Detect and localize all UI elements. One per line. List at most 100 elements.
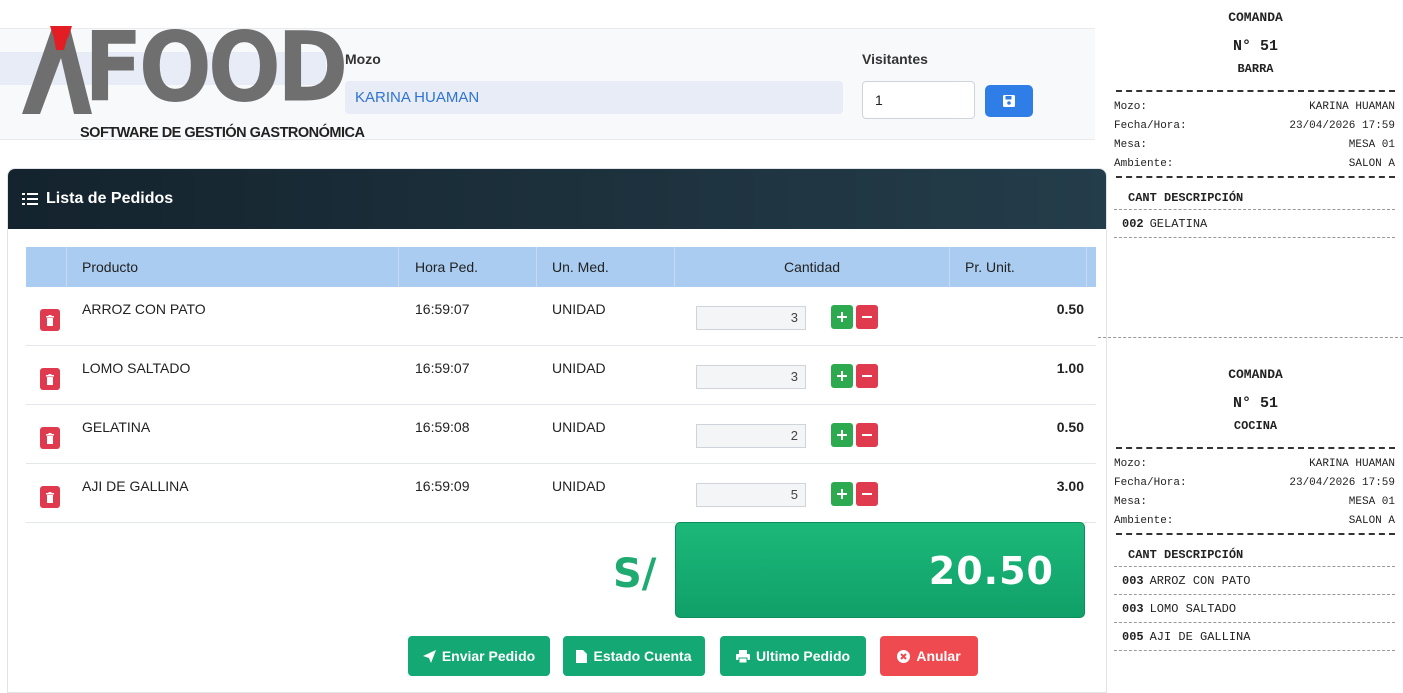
- row-producto: GELATINA: [82, 419, 151, 435]
- receipt-barra: COMANDA N° 51 BARRA Mozo: KARINA HUAMAN F…: [1108, 10, 1403, 238]
- quantity-input[interactable]: 2: [696, 424, 806, 448]
- plus-icon: [837, 430, 847, 440]
- orders-table-header: Producto Hora Ped. Un. Med. Cantidad Pr.…: [26, 247, 1096, 287]
- increase-button[interactable]: [831, 305, 853, 329]
- logo-a-icon: [22, 26, 92, 114]
- row-precio: 0.50: [1056, 301, 1084, 317]
- receipt-number: N° 51: [1232, 395, 1278, 412]
- logo-subtitle: SOFTWARE DE GESTIÓN GASTRONÓMICA: [80, 125, 365, 141]
- account-status-button[interactable]: Estado Cuenta: [563, 636, 705, 676]
- printer-icon: [735, 649, 750, 663]
- delete-button[interactable]: [40, 368, 60, 390]
- row-precio: 1.00: [1056, 360, 1084, 376]
- trash-icon: [46, 373, 54, 385]
- col-producto: Producto: [82, 259, 139, 275]
- visitantes-label: Visitantes: [862, 51, 928, 67]
- delete-button[interactable]: [40, 486, 60, 508]
- afood-logo: FOOD SOFTWARE DE GESTIÓN GASTRONÓMICA: [22, 20, 365, 141]
- receipt-columns: CANT DESCRIPCIÓN: [1114, 186, 1395, 210]
- decrease-button[interactable]: [856, 364, 878, 388]
- receipt-line: Ambiente: SALON A: [1114, 158, 1395, 170]
- row-unidad: UNIDAD: [552, 301, 606, 317]
- col-unidad: Un. Med.: [552, 259, 609, 275]
- quantity-input[interactable]: 3: [696, 306, 806, 330]
- cancel-button[interactable]: Anular: [880, 636, 978, 676]
- receipt-item: 002 GELATINA: [1114, 210, 1395, 238]
- trash-icon: [46, 432, 54, 444]
- receipt-number: N° 51: [1232, 38, 1278, 55]
- row-producto: AJI DE GALLINA: [82, 478, 189, 494]
- quantity-input[interactable]: 3: [696, 365, 806, 389]
- account-status-label: Estado Cuenta: [593, 648, 692, 664]
- plus-icon: [837, 312, 847, 322]
- receipt-area: BARRA: [1237, 62, 1274, 76]
- mozo-field[interactable]: KARINA HUAMAN: [345, 81, 843, 114]
- row-precio: 3.00: [1056, 478, 1084, 494]
- row-hora: 16:59:08: [415, 419, 470, 435]
- increase-button[interactable]: [831, 482, 853, 506]
- cancel-label: Anular: [916, 648, 961, 664]
- quantity-input[interactable]: 5: [696, 483, 806, 507]
- row-unidad: UNIDAD: [552, 360, 606, 376]
- receipt-item: 003 LOMO SALTADO: [1114, 595, 1395, 623]
- save-button[interactable]: [985, 85, 1033, 117]
- row-hora: 16:59:09: [415, 478, 470, 494]
- receipt-line: Mozo: KARINA HUAMAN: [1114, 101, 1395, 113]
- decrease-button[interactable]: [856, 305, 878, 329]
- row-hora: 16:59:07: [415, 301, 470, 317]
- receipt-line: Mesa: MESA 01: [1114, 496, 1395, 508]
- row-unidad: UNIDAD: [552, 419, 606, 435]
- receipt-line: Fecha/Hora: 23/04/2026 17:59: [1114, 120, 1395, 132]
- row-hora: 16:59:07: [415, 360, 470, 376]
- file-icon: [576, 649, 588, 663]
- send-order-button[interactable]: Enviar Pedido: [408, 636, 550, 676]
- receipt-line: Ambiente: SALON A: [1114, 515, 1395, 527]
- orders-title: Lista de Pedidos: [46, 190, 174, 207]
- close-circle-icon: [897, 649, 911, 663]
- row-unidad: UNIDAD: [552, 478, 606, 494]
- receipt-title: COMANDA: [1228, 367, 1283, 382]
- minus-icon: [862, 316, 872, 318]
- receipt-separator: [1098, 337, 1403, 338]
- receipt-cocina: COMANDA N° 51 COCINA Mozo: KARINA HUAMAN …: [1108, 367, 1403, 651]
- floppy-icon: [1003, 95, 1015, 107]
- delete-button[interactable]: [40, 427, 60, 449]
- receipt-item: 005 AJI DE GALLINA: [1114, 623, 1395, 651]
- receipt-columns: CANT DESCRIPCIÓN: [1114, 543, 1395, 567]
- plus-icon: [837, 371, 847, 381]
- table-row: LOMO SALTADO 16:59:07 UNIDAD 3 1.00: [26, 346, 1096, 405]
- row-producto: LOMO SALTADO: [82, 360, 191, 376]
- receipt-line: Fecha/Hora: 23/04/2026 17:59: [1114, 477, 1395, 489]
- receipt-title: COMANDA: [1228, 10, 1283, 25]
- trash-icon: [46, 491, 54, 503]
- col-cantidad: Cantidad: [784, 259, 841, 275]
- table-row: AJI DE GALLINA 16:59:09 UNIDAD 5 3.00: [26, 464, 1096, 523]
- paper-plane-icon: [422, 649, 436, 663]
- last-order-button[interactable]: Ultimo Pedido: [720, 636, 866, 676]
- table-row: GELATINA 16:59:08 UNIDAD 2 0.50: [26, 405, 1096, 464]
- currency-symbol: S/: [613, 551, 657, 597]
- increase-button[interactable]: [831, 364, 853, 388]
- minus-icon: [862, 375, 872, 377]
- send-order-label: Enviar Pedido: [441, 648, 536, 664]
- col-precio: Pr. Unit.: [965, 259, 1015, 275]
- total-value: 20.50: [928, 549, 1054, 593]
- mozo-label: Mozo: [345, 51, 381, 67]
- receipt-line: Mesa: MESA 01: [1114, 139, 1395, 151]
- visitantes-input[interactable]: 1: [862, 81, 975, 119]
- receipt-line: Mozo: KARINA HUAMAN: [1114, 458, 1395, 470]
- trash-icon: [46, 314, 54, 326]
- row-producto: ARROZ CON PATO: [82, 301, 206, 317]
- receipt-area: COCINA: [1233, 419, 1278, 433]
- logo-word: FOOD: [84, 12, 348, 125]
- table-row: ARROZ CON PATO 16:59:07 UNIDAD 3 0.50: [26, 287, 1096, 346]
- last-order-label: Ultimo Pedido: [755, 648, 851, 664]
- orders-card-header: Lista de Pedidos: [8, 169, 1106, 229]
- total-box: 20.50: [675, 522, 1085, 618]
- receipt-item: 003 ARROZ CON PATO: [1114, 567, 1395, 595]
- delete-button[interactable]: [40, 309, 60, 331]
- decrease-button[interactable]: [856, 423, 878, 447]
- increase-button[interactable]: [831, 423, 853, 447]
- list-icon: [22, 192, 38, 206]
- decrease-button[interactable]: [856, 482, 878, 506]
